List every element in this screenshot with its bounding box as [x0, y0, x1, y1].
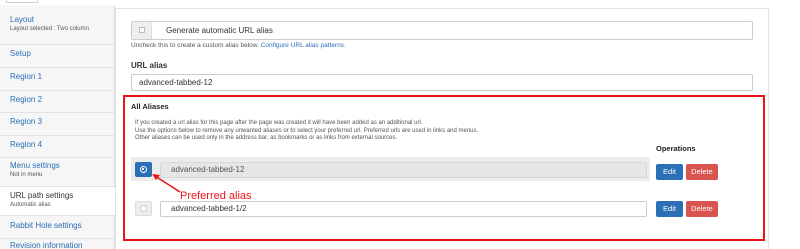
sidebar-item-summary: Layout selected : Two column [10, 26, 89, 32]
sidebar-item-menu-settings[interactable]: Menu settings Not in menu [0, 158, 114, 187]
radio-dot-icon [140, 166, 147, 173]
edit-button[interactable]: Edit [656, 164, 683, 180]
generate-alias-label: Generate automatic URL alias [166, 26, 273, 35]
all-aliases-description: If you created a url alias for this page… [135, 120, 555, 143]
edit-button[interactable]: Edit [656, 201, 683, 217]
sidebar-item-region-3[interactable]: Region 3 [0, 113, 114, 136]
sidebar-item-label: Region 2 [10, 95, 43, 104]
sidebar-item-region-2[interactable]: Region 2 [0, 91, 114, 113]
help-text: Uncheck this to create a custom alias be… [131, 42, 259, 49]
sidebar-item-setup[interactable]: Setup [0, 45, 114, 68]
alias-input[interactable]: advanced-tabbed-12 [160, 162, 647, 178]
sidebar-item-label: Region 4 [10, 140, 43, 149]
all-aliases-title: All Aliases [131, 102, 169, 111]
configure-patterns-link[interactable]: Configure URL alias patterns. [261, 42, 346, 49]
sidebar-item-label: Region 1 [10, 72, 43, 81]
sidebar-item-label: Menu settings [10, 161, 60, 170]
preferred-alias-annotation: Preferred alias [180, 190, 252, 202]
generate-alias-row: Generate automatic URL alias [131, 21, 753, 40]
sidebar-item-label: Region 3 [10, 117, 43, 126]
sidebar-item-label: Setup [10, 49, 31, 58]
description-line: Use the options below to remove any unwa… [135, 127, 479, 134]
vertical-tabs-sidebar: Layout Layout selected : Two column Setu… [0, 5, 116, 249]
alias-input[interactable]: advanced-tabbed-1/2 [160, 201, 647, 217]
sidebar-item-region-1[interactable]: Region 1 [0, 68, 114, 91]
sidebar-item-layout[interactable]: Layout Layout selected : Two column [0, 15, 114, 45]
sidebar-item-region-4[interactable]: Region 4 [0, 136, 114, 158]
delete-button[interactable]: Delete [686, 164, 718, 180]
sidebar-item-revision-information[interactable]: Revision information [0, 239, 114, 249]
sidebar-item-summary: Not in menu [10, 172, 43, 178]
sidebar-item-label: Layout [10, 15, 35, 24]
sidebar-item-rabbit-hole-settings[interactable]: Rabbit Hole settings [0, 216, 114, 239]
sidebar-item-label: Revision information [10, 241, 83, 249]
description-line: If you created a url alias for this page… [135, 120, 423, 126]
annotation-arrow-icon [152, 174, 181, 193]
url-alias-label: URL alias [131, 61, 168, 70]
description-line: Other aliases can be used only in the ad… [135, 135, 398, 141]
generate-alias-checkbox[interactable] [139, 27, 145, 33]
sidebar-item-label: URL path settings [10, 191, 74, 200]
sidebar-item-label: Rabbit Hole settings [10, 221, 82, 230]
operations-header: Operations [656, 144, 696, 153]
generate-alias-checkbox-wrap[interactable] [132, 22, 152, 39]
delete-button[interactable]: Delete [686, 201, 718, 217]
preferred-radio-unselected[interactable] [135, 201, 152, 216]
generate-alias-help: Uncheck this to create a custom alias be… [131, 42, 346, 49]
url-alias-input[interactable]: advanced-tabbed-12 [131, 74, 753, 91]
top-tab [6, 0, 38, 3]
radio-dot-icon [140, 205, 147, 212]
sidebar-item-url-path-settings[interactable]: URL path settings Automatic alias [0, 187, 116, 216]
sidebar-item-summary: Automatic alias [10, 202, 51, 208]
